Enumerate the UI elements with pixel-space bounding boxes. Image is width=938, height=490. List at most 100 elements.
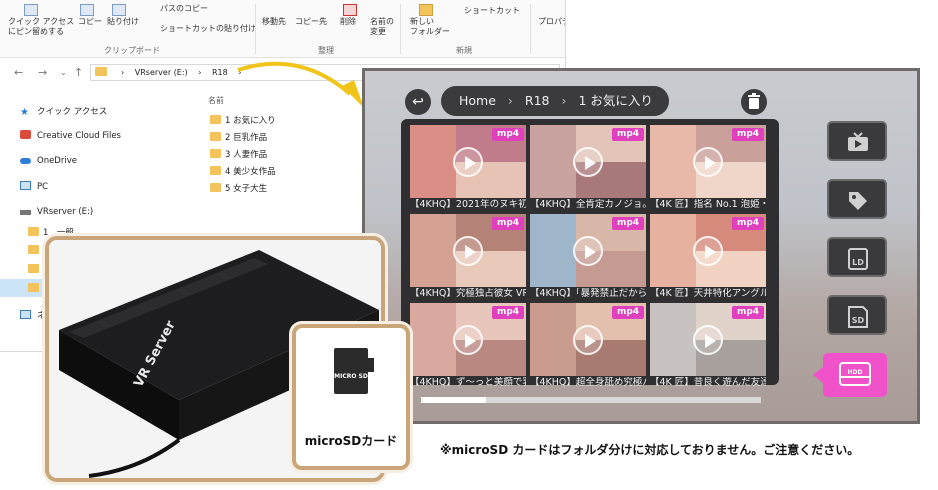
scrollbar-thumb[interactable] (421, 397, 486, 403)
thumbnail-panel (410, 125, 457, 198)
ribbon: クイック アクセス にピン留めする コピー 貼り付け パスのコピー ショートカッ… (0, 0, 565, 58)
video-grid: mp4 【4KHQ】2021年のヌキ初め mp4 【4KHQ】全肯定カノジョ。 mp4 【… (401, 119, 779, 388)
hdd-source-button[interactable]: HDD (813, 353, 887, 397)
delete-button[interactable]: 削除 (340, 17, 356, 27)
video-thumbnail[interactable]: mp4 (650, 125, 766, 198)
video-thumbnail[interactable]: mp4 (650, 214, 766, 287)
video-tile[interactable]: mp4 【4KHQ】超全身舐め究極ハ (530, 303, 646, 389)
paste-shortcut-button[interactable]: ショートカットの貼り付け (160, 24, 256, 34)
video-title: 【4K 匠】天井特化アングル (650, 288, 766, 299)
play-icon[interactable] (573, 147, 603, 177)
nav-creative-cloud[interactable]: Creative Cloud Files (20, 130, 121, 141)
breadcrumb-r18[interactable]: R18 (525, 93, 550, 108)
play-icon[interactable] (573, 325, 603, 355)
video-thumbnail[interactable]: mp4 (530, 214, 646, 287)
copy-icon (80, 4, 94, 16)
breadcrumb-current[interactable]: 1 お気に入り (578, 93, 652, 108)
sd-icon: SD (848, 306, 868, 328)
address-crumb-drive[interactable]: VRserver (E:) (135, 68, 188, 77)
nav-network[interactable]: ネ (20, 309, 46, 321)
play-icon[interactable] (453, 325, 483, 355)
play-icon[interactable] (573, 236, 603, 266)
back-arrow-icon: ↩ (412, 94, 424, 110)
ribbon-divider (530, 4, 531, 54)
format-badge: mp4 (492, 128, 524, 141)
folder-row[interactable]: 2 巨乳作品 (210, 131, 267, 143)
play-icon[interactable] (693, 147, 723, 177)
nav-vrserver-drive[interactable]: VRserver (E:) (20, 207, 93, 217)
nav-quick-access[interactable]: ★ クイック アクセス (20, 105, 107, 118)
play-icon[interactable] (693, 236, 723, 266)
ld-source-button[interactable]: LD (827, 237, 887, 277)
hdd-icon: HDD (839, 362, 871, 386)
folder-icon (28, 245, 39, 254)
star-icon: ★ (20, 107, 29, 118)
delete-icon (343, 4, 357, 16)
thumbnail-panel (650, 125, 697, 198)
copy-path-button[interactable]: パスのコピー (160, 4, 208, 14)
thumbnail-panel (530, 303, 577, 376)
folder-row[interactable]: 5 女子大生 (210, 182, 267, 194)
rename-button[interactable]: 名前の 変更 (370, 17, 394, 37)
column-header-name[interactable]: 名前 (208, 95, 224, 106)
new-group-label: 新規 (456, 46, 472, 55)
video-thumbnail[interactable]: mp4 (410, 125, 526, 198)
video-tile[interactable]: mp4 【4K 匠】天井特化アングル (650, 214, 766, 300)
video-tile[interactable]: mp4 【4KHQ】究極独占彼女 VR (410, 214, 526, 300)
back-button[interactable]: ↩ (405, 89, 431, 115)
play-icon[interactable] (693, 325, 723, 355)
new-folder-button[interactable]: 新しい フォルダー (410, 17, 450, 37)
nav-onedrive[interactable]: OneDrive (20, 156, 77, 166)
tv-source-button[interactable] (827, 121, 887, 161)
play-icon[interactable] (453, 236, 483, 266)
video-tile[interactable]: mp4 【4K 匠】昔良く遊んだ友達 (650, 303, 766, 389)
delete-button[interactable] (741, 89, 767, 115)
ribbon-divider (400, 4, 401, 54)
video-title: 【4K 匠】昔良く遊んだ友達 (650, 377, 766, 388)
folder-icon (28, 227, 39, 236)
video-thumbnail[interactable]: mp4 (650, 303, 766, 376)
folder-row[interactable]: 3 人妻作品 (210, 148, 267, 160)
video-title: 【4KHQ】ず〜っと美顔で乳 (410, 377, 526, 388)
copy-to-button[interactable]: コピー先 (295, 17, 327, 27)
sd-source-button[interactable]: SD (827, 295, 887, 335)
tag-button[interactable] (827, 179, 887, 219)
back-arrow-icon[interactable]: ← (14, 66, 23, 79)
properties-button[interactable]: プロパティ (538, 17, 565, 27)
video-tile[interactable]: mp4 【4K 匠】指名 No.1 泡姫・ (650, 125, 766, 211)
address-crumb-folder[interactable]: R18 (212, 68, 228, 77)
video-title: 【4KHQ】究極独占彼女 VR (410, 288, 526, 299)
move-to-button[interactable]: 移動先 (262, 17, 286, 27)
video-thumbnail[interactable]: mp4 (410, 214, 526, 287)
folder-name: 1 お気に入り (225, 116, 276, 126)
microsd-chip-text: MICRO SD (334, 373, 368, 380)
forward-arrow-icon[interactable]: → (38, 66, 47, 79)
folder-name: 3 人妻作品 (225, 150, 268, 160)
video-thumbnail[interactable]: mp4 (530, 125, 646, 198)
play-icon[interactable] (453, 147, 483, 177)
chevron-down-icon[interactable]: ⌄ (60, 68, 67, 77)
video-thumbnail[interactable]: mp4 (530, 303, 646, 376)
copy-button[interactable]: コピー (78, 17, 102, 27)
thumbnail-panel (410, 303, 457, 376)
pin-quick-access-button[interactable]: クイック アクセス にピン留めする (8, 17, 74, 37)
video-thumbnail[interactable]: mp4 (410, 303, 526, 376)
video-tile[interactable]: mp4 【4KHQ】全肯定カノジョ。 (530, 125, 646, 211)
video-tile[interactable]: mp4 【4KHQ】「暴発禁止だから (530, 214, 646, 300)
paste-button[interactable]: 貼り付け (107, 17, 139, 27)
folder-row[interactable]: 4 美少女作品 (210, 165, 276, 177)
breadcrumb-sep: › (561, 93, 567, 108)
nav-pc[interactable]: PC (20, 181, 48, 192)
breadcrumb: Home › R18 › 1 お気に入り (441, 86, 669, 116)
shortcut-button[interactable]: ショートカット (464, 6, 520, 16)
up-arrow-icon[interactable]: ↑ (74, 66, 83, 79)
footnote: ※microSD カードはフォルダ分けに対応しておりません。ご注意ください。 (440, 443, 860, 457)
folder-icon (210, 132, 221, 141)
breadcrumb-home[interactable]: Home (459, 93, 496, 108)
folder-icon (210, 149, 221, 158)
nav-label: Creative Cloud Files (37, 131, 121, 141)
video-tile[interactable]: mp4 【4KHQ】2021年のヌキ初め (410, 125, 526, 211)
video-tile[interactable]: mp4 【4KHQ】ず〜っと美顔で乳 (410, 303, 526, 389)
microsd-card-icon: MICRO SD (334, 348, 374, 394)
curved-arrow-icon (237, 61, 364, 108)
